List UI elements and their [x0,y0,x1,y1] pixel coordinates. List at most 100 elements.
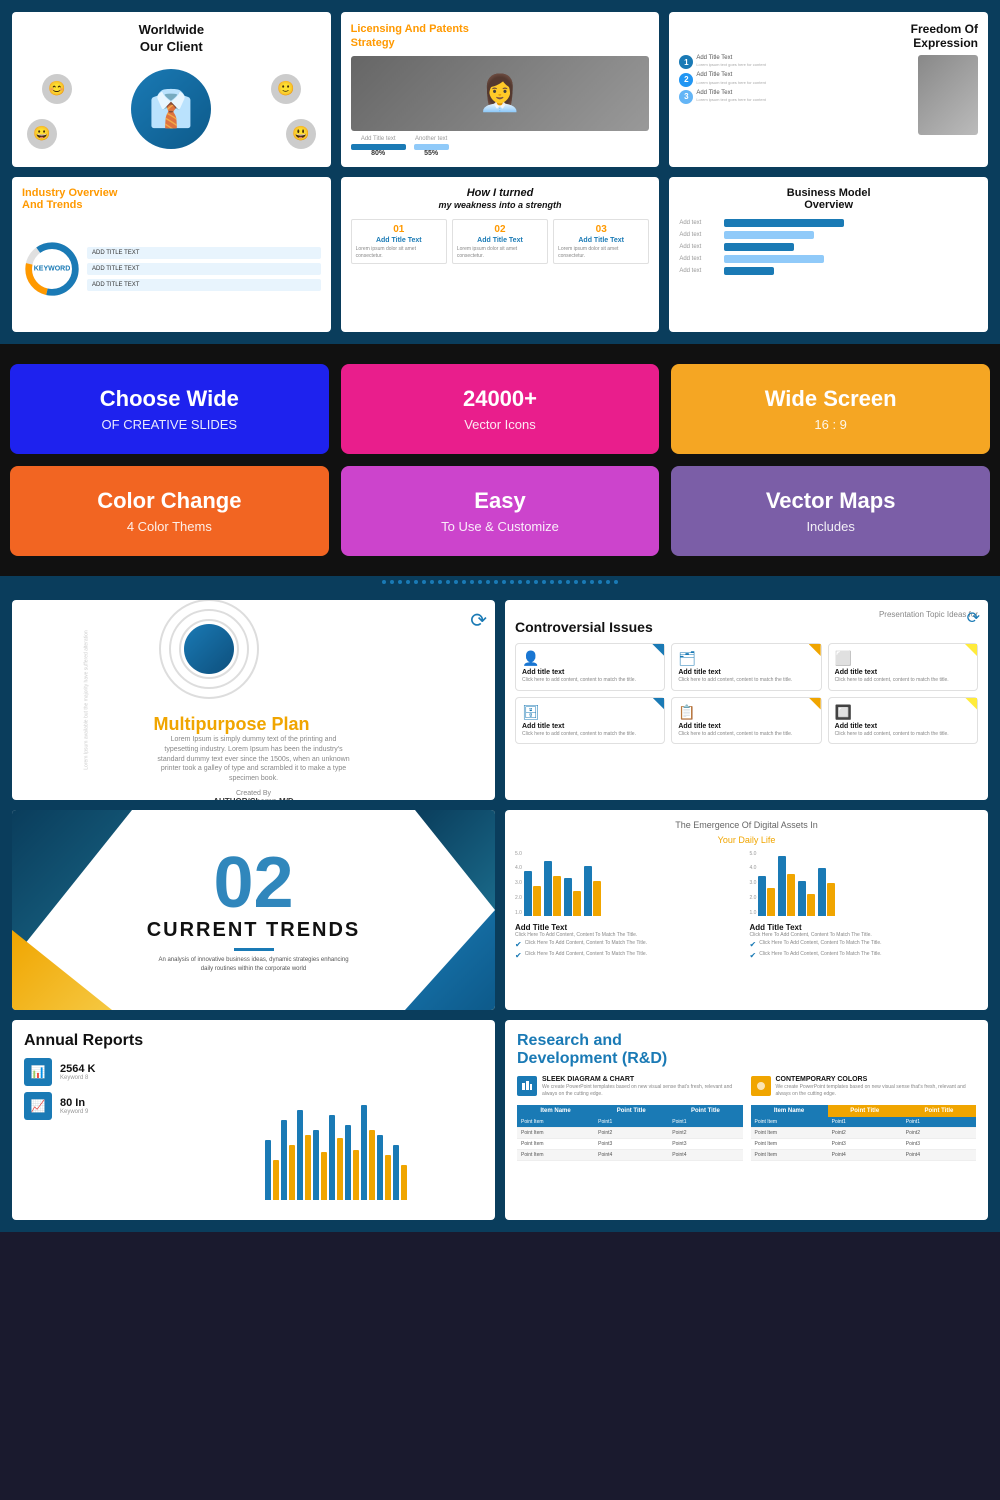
bar-gold-5 [767,888,775,916]
badge-colorchange: Color Change 4 Color Thems [10,466,329,556]
ct-icon-5: 📋 [678,704,814,721]
ct-logo: ⟳ [967,608,980,628]
bars-chart-2 [758,851,835,916]
trends-number: 02 [213,847,293,919]
td-3-1: Point Item [517,1139,594,1150]
bar-blue-1 [524,871,532,916]
rd-badge-2: CONTEMPORARY COLORS We create PowerPoint… [751,1076,977,1097]
badge-choose-sub: OF CREATIVE SLIDES [102,417,238,432]
col-1: 01 Add Title Text Lorem ipsum dolor sit … [351,219,447,264]
circle-diagram [154,600,264,704]
ct-icon-2: 🗂 [678,650,814,667]
chart-area: 5.0 4.0 3.0 2.0 1.0 [515,851,978,961]
slide-industry-title: Industry Overview And Trends [22,187,321,211]
ar-bar-8 [321,1152,327,1200]
slide-industry-diagram: KEYWORD ADD TITLE TEXT ADD TITLE TEXT AD… [22,216,321,322]
badge-widescreen: Wide Screen 16 : 9 [671,364,990,454]
slide-worldwide[interactable]: Worldwide Our Client 👔 😊 🙂 😀 😃 [12,12,331,167]
slide-howIturned-cols: 01 Add Title Text Lorem ipsum dolor sit … [351,219,650,264]
badge-easy-title: Easy [474,488,525,514]
slide-current-trends[interactable]: 02 CURRENT TRENDS An analysis of innovat… [12,810,495,1010]
td2-4-3: Point4 [902,1150,976,1161]
rd-badge-1: SLEEK DIAGRAM & CHART We create PowerPoi… [517,1076,743,1097]
slide-industry[interactable]: Industry Overview And Trends KEYWORD ADD… [12,177,331,332]
td2-2-1: Point Item [751,1128,828,1139]
bar-group-8 [818,868,835,916]
da-header: The Emergence Of Digital Assets In [515,820,978,832]
ar-bar-13 [361,1105,367,1200]
slide-annual-reports[interactable]: Annual Reports 📊 2564 K Keyword 8 📈 80 I… [12,1020,495,1220]
ct-card-text-5: Click here to add content, content to ma… [678,731,814,738]
slide-howIturned-title: How I turned my weakness into a strength [438,187,561,211]
ct-icon-3: ⬜ [835,650,971,667]
bar-gold-7 [807,894,815,916]
badge-widescreen-title: Wide Screen [765,386,897,412]
ct-card-text-2: Click here to add content, content to ma… [678,677,814,684]
ar-bar-7 [313,1130,319,1200]
bar-group-6 [778,856,795,916]
ct-card-5: 📋 Add title text Click here to add conte… [671,697,821,745]
bar-group-7 [798,881,815,916]
bar-group-5 [758,876,775,916]
check-text-4: Click Here To Add Content, Content To Ma… [759,951,881,958]
slide-digital-assets[interactable]: The Emergence Of Digital Assets In Your … [505,810,988,1010]
td2-1-2: Point1 [828,1117,902,1128]
ct-card-text-3: Click here to add content, content to ma… [835,677,971,684]
bar-gold-6 [787,874,795,916]
ar-title: Annual Reports [24,1032,483,1050]
item-text-1: Add Title TextLorem ipsum text goes here… [696,55,766,69]
slide-business[interactable]: Business Model Overview Add text Add tex… [669,177,988,332]
bar-row-5: Add text [679,267,978,275]
top-slide-grid: Worldwide Our Client 👔 😊 🙂 😀 😃 Licensing… [0,0,1000,344]
slide-research-dev[interactable]: Research and Development (R&D) SLEEK DIA… [505,1020,988,1220]
bottom-slide-grid: Lorem Ipsum available but the majority h… [0,588,1000,1232]
slide-howIturned[interactable]: How I turned my weakness into a strength… [341,177,660,332]
ct-card-title-1: Add title text [522,669,658,676]
num-badge-1: 1 [679,55,693,69]
freedom-image [918,55,978,135]
slide-freedom[interactable]: Freedom Of Expression 1 Add Title TextLo… [669,12,988,167]
item-text-2: Add Title TextLorem ipsum text goes here… [696,72,766,86]
bar-row-3: Add text [679,243,978,251]
stat-label-1: Keyword 8 [60,1075,95,1081]
da-title-gold: Your Daily Life [515,835,978,845]
slide-worldwide-diagram: 👔 😊 🙂 😀 😃 [22,64,321,154]
ct-card-title-5: Add title text [678,723,814,730]
td2-2-2: Point2 [828,1128,902,1139]
ct-card-grid: 👤 Add title text Click here to add conte… [515,643,978,744]
rd-content: SLEEK DIAGRAM & CHART We create PowerPoi… [517,1076,976,1161]
badge-choose-wide: Choose Wide OF CREATIVE SLIDES [10,364,329,454]
td2-4-2: Point4 [828,1150,902,1161]
rd-badge-text-1: SLEEK DIAGRAM & CHART We create PowerPoi… [542,1076,743,1097]
badge-easy-sub: To Use & Customize [441,519,559,534]
trends-content: 02 CURRENT TRENDS An analysis of innovat… [147,847,361,973]
main-circle: 👔 [131,69,211,149]
check-item-1: ✔ Click Here To Add Content, Content To … [515,940,744,949]
ct-title: Controversial Issues [515,619,978,635]
col-3: 03 Add Title Text Lorem ipsum dolor sit … [553,219,649,264]
slide-multipurpose[interactable]: Lorem Ipsum available but the majority h… [12,600,495,800]
ar-bar-1 [265,1140,271,1200]
check-item-4: ✔ Click Here To Add Content, Content To … [750,951,979,960]
slide-licensing[interactable]: Licensing And Patents Strategy 👩‍💼 Add T… [341,12,660,167]
slide-controversial[interactable]: ⟳ Presentation Topic Ideas for Controver… [505,600,988,800]
stat-info-1: 2564 K Keyword 8 [60,1063,95,1081]
badge-choose-title: Choose Wide [100,386,239,412]
ar-bar-14 [369,1130,375,1200]
td-3-3: Point3 [668,1139,742,1150]
bar-group-4 [584,866,601,916]
rd-title: Research and Development (R&D) [517,1032,976,1068]
rd-half-2: CONTEMPORARY COLORS We create PowerPoint… [751,1076,977,1161]
y-axis-1: 5.0 4.0 3.0 2.0 1.0 [515,851,522,916]
ar-bar-12 [353,1150,359,1200]
ct-card-title-4: Add title text [522,723,658,730]
td2-3-2: Point3 [828,1139,902,1150]
badge-24000: 24000+ Vector Icons [341,364,660,454]
center-circle [184,624,234,674]
bars-chart-1 [524,851,601,916]
td-4-3: Point4 [668,1150,742,1161]
created-by-label: Created By [154,790,354,797]
td-2-2: Point2 [594,1128,668,1139]
rd-badge-icon-2 [751,1076,771,1096]
item-text-3: Add Title TextLorem ipsum text goes here… [696,90,766,104]
